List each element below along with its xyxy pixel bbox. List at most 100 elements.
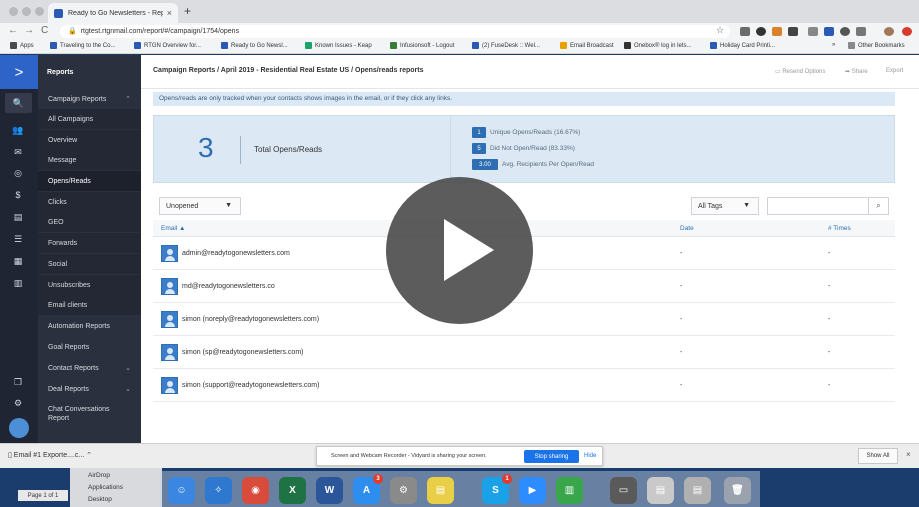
profile-avatar-icon[interactable] bbox=[884, 27, 894, 36]
email-icon[interactable]: ✉ bbox=[10, 145, 26, 159]
table-row[interactable]: simon (noreply@readytogonewsletters.com)… bbox=[153, 303, 895, 336]
contact-email[interactable]: md@readytogonewsletters.co bbox=[182, 283, 275, 290]
sidebar-item-email-clients[interactable]: Email clients bbox=[38, 295, 141, 315]
extension-icon[interactable] bbox=[788, 27, 798, 36]
extension-icon[interactable] bbox=[840, 27, 850, 36]
sidebar-item-message[interactable]: Message bbox=[38, 150, 141, 170]
sidebar-item-chat-conversations-report[interactable]: Chat Conversations Report bbox=[38, 400, 141, 428]
minimize-window-button[interactable] bbox=[22, 7, 31, 16]
sidebar-item-campaign-reports[interactable]: Campaign Reports ⌃ bbox=[38, 89, 141, 109]
skype-icon[interactable]: S1 bbox=[482, 474, 512, 504]
zoom-window-button[interactable] bbox=[35, 7, 44, 16]
back-icon[interactable]: ← bbox=[8, 25, 18, 36]
tab-close-icon[interactable]: × bbox=[167, 8, 172, 18]
app-logo-icon[interactable]: > bbox=[0, 55, 38, 89]
tags-filter-select[interactable]: All Tags ▼ bbox=[691, 197, 759, 215]
browser-tab[interactable]: Ready to Go Newsletters - Repo × bbox=[48, 3, 178, 23]
bookmark-item[interactable]: (2) FuseDesk :: Wel... bbox=[472, 42, 540, 49]
status-filter-select[interactable]: Unopened ▼ bbox=[159, 197, 241, 215]
extension-icon[interactable] bbox=[824, 27, 834, 36]
chat-icon[interactable]: ▤ bbox=[10, 210, 26, 224]
copy-icon[interactable]: ❐ bbox=[10, 375, 26, 389]
resend-options-button[interactable]: ▭ Resend Options bbox=[775, 68, 825, 75]
safari-icon[interactable]: ✧ bbox=[205, 477, 232, 504]
numbers-icon[interactable]: ▥ bbox=[556, 477, 583, 504]
extension-icon[interactable] bbox=[808, 27, 818, 36]
bookmark-item[interactable]: Onebox® log in lets... bbox=[624, 42, 691, 49]
system-preferences-icon[interactable]: ⚙ bbox=[390, 477, 417, 504]
close-icon[interactable]: × bbox=[906, 450, 911, 459]
show-all-downloads-button[interactable]: Show All bbox=[858, 448, 898, 464]
sidebar-item-contact-reports[interactable]: Contact Reports ⌄ bbox=[38, 358, 141, 378]
search-icon[interactable]: 🔍 bbox=[5, 93, 32, 113]
other-bookmarks[interactable]: Other Bookmarks bbox=[848, 42, 905, 49]
preview-icon[interactable]: ▭ bbox=[610, 477, 637, 504]
url-input[interactable]: 🔒 rtgtest.rtgnmail.com/report/#/campaign/… bbox=[60, 25, 730, 38]
trash-icon[interactable]: 🗑 bbox=[724, 477, 751, 504]
document-icon[interactable]: ▤ bbox=[684, 477, 711, 504]
reload-icon[interactable]: C bbox=[41, 25, 48, 36]
sidebar-item-deal-reports[interactable]: Deal Reports ⌄ bbox=[38, 379, 141, 399]
finder-item-desktop[interactable]: Desktop bbox=[88, 496, 112, 503]
download-item[interactable]: ▯ Email #1 Exporte....c... ⌃ bbox=[8, 451, 92, 459]
stop-sharing-button[interactable]: Stop sharing bbox=[524, 450, 579, 463]
search-icon[interactable]: ⌕ bbox=[868, 198, 888, 214]
sidebar-item-all-campaigns[interactable]: All Campaigns bbox=[38, 109, 141, 129]
sidebar-item-forwards[interactable]: Forwards bbox=[38, 233, 141, 253]
share-button[interactable]: ➦ Share bbox=[845, 68, 868, 75]
bookmark-item[interactable]: Ready to Go Newsl... bbox=[221, 42, 288, 49]
stickies-icon[interactable]: ▤ bbox=[427, 477, 454, 504]
sidebar-item-goal-reports[interactable]: Goal Reports bbox=[38, 337, 141, 357]
chrome-icon[interactable]: ◉ bbox=[242, 477, 269, 504]
export-button[interactable]: Export bbox=[886, 68, 903, 74]
bookmark-item[interactable]: Email Broadcast bbox=[560, 42, 614, 49]
video-play-icon[interactable] bbox=[386, 177, 533, 324]
list-icon[interactable]: ☰ bbox=[10, 232, 26, 246]
bookmark-star-icon[interactable]: ☆ bbox=[716, 25, 724, 36]
bookmark-item[interactable]: Known Issues - Keap bbox=[305, 42, 372, 49]
sidebar-item-opens-reads[interactable]: Opens/Reads bbox=[38, 171, 141, 191]
contact-email[interactable]: admin@readytogonewsletters.com bbox=[182, 250, 290, 257]
target-icon[interactable]: ◎ bbox=[10, 166, 26, 180]
chart-icon[interactable]: ▥ bbox=[10, 276, 26, 290]
sidebar-item-automation-reports[interactable]: Automation Reports bbox=[38, 316, 141, 336]
finder-item-airdrop[interactable]: AirDrop bbox=[88, 472, 110, 479]
table-row[interactable]: simon (support@readytogonewsletters.com)… bbox=[153, 369, 895, 402]
extension-icon[interactable] bbox=[902, 27, 912, 36]
extension-icon[interactable] bbox=[856, 27, 866, 36]
bookmark-item[interactable]: Traveling to the Co... bbox=[50, 42, 115, 49]
contact-email[interactable]: simon (sp@readytogonewsletters.com) bbox=[182, 349, 304, 356]
bookmark-item[interactable]: Apps bbox=[10, 42, 34, 49]
contact-email[interactable]: simon (support@readytogonewsletters.com) bbox=[182, 382, 319, 389]
extension-icon[interactable] bbox=[756, 27, 766, 36]
column-email[interactable]: Email ▲ bbox=[161, 225, 186, 232]
column-date[interactable]: Date bbox=[680, 225, 694, 232]
sidebar-item-geo[interactable]: GEO bbox=[38, 212, 141, 232]
search-input[interactable]: ⌕ bbox=[767, 197, 889, 215]
hide-banner-button[interactable]: Hide bbox=[584, 453, 596, 459]
document-icon[interactable]: ▤ bbox=[647, 477, 674, 504]
excel-icon[interactable]: X bbox=[279, 477, 306, 504]
zoom-icon[interactable]: ▶ bbox=[519, 477, 546, 504]
chevron-up-icon[interactable]: ⌃ bbox=[86, 452, 92, 459]
column-times[interactable]: # Times bbox=[828, 225, 851, 232]
sidebar-item-overview[interactable]: Overview bbox=[38, 130, 141, 150]
bookmark-item[interactable]: Holiday Card Printi... bbox=[710, 42, 775, 49]
document-icon[interactable]: ▦ bbox=[10, 254, 26, 268]
bookmark-item[interactable]: RTGN Overview for... bbox=[134, 42, 201, 49]
app-store-icon[interactable]: A3 bbox=[353, 474, 383, 504]
finder-icon[interactable]: ☺ bbox=[168, 477, 195, 504]
contacts-icon[interactable]: 👥 bbox=[10, 123, 26, 137]
table-row[interactable]: simon (sp@readytogonewsletters.com) - - bbox=[153, 336, 895, 369]
word-icon[interactable]: W bbox=[316, 477, 343, 504]
finder-item-applications[interactable]: Applications bbox=[88, 484, 123, 491]
dollar-icon[interactable]: $ bbox=[10, 188, 26, 202]
new-tab-button[interactable]: + bbox=[184, 4, 191, 18]
sidebar-item-unsubscribes[interactable]: Unsubscribes bbox=[38, 275, 141, 295]
close-window-button[interactable] bbox=[9, 7, 18, 16]
avatar[interactable] bbox=[9, 418, 29, 438]
sidebar-item-social[interactable]: Social bbox=[38, 254, 141, 274]
gear-icon[interactable]: ⚙ bbox=[10, 396, 26, 410]
forward-icon[interactable]: → bbox=[24, 25, 34, 36]
extension-icon[interactable] bbox=[772, 27, 782, 36]
